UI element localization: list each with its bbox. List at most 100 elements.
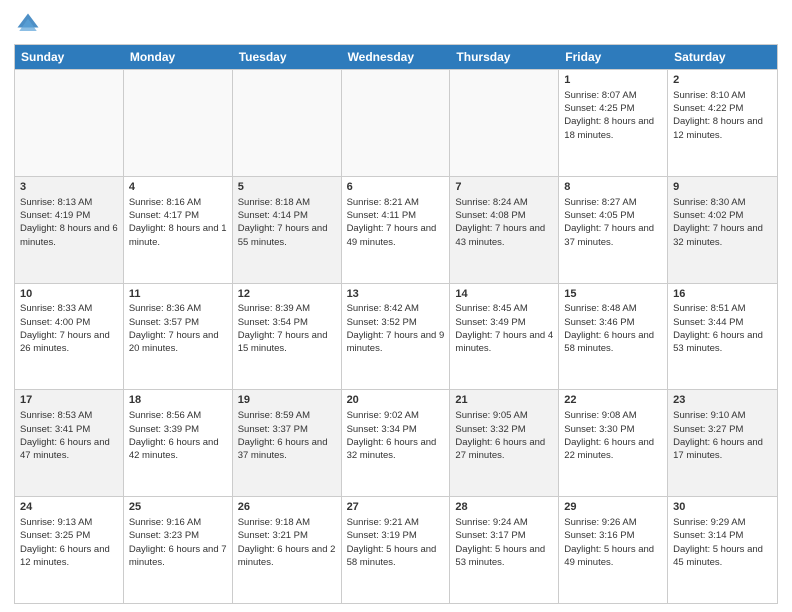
day-number: 20 [347,393,445,408]
calendar-day-24: 24Sunrise: 9:13 AM Sunset: 3:25 PM Dayli… [15,497,124,603]
day-info: Sunrise: 8:39 AM Sunset: 3:54 PM Dayligh… [238,302,336,355]
day-info: Sunrise: 8:53 AM Sunset: 3:41 PM Dayligh… [20,409,118,462]
calendar-row-1: 1Sunrise: 8:07 AM Sunset: 4:25 PM Daylig… [15,69,777,176]
day-info: Sunrise: 8:24 AM Sunset: 4:08 PM Dayligh… [455,196,553,249]
header-day-wednesday: Wednesday [342,45,451,69]
day-info: Sunrise: 9:05 AM Sunset: 3:32 PM Dayligh… [455,409,553,462]
calendar-day-21: 21Sunrise: 9:05 AM Sunset: 3:32 PM Dayli… [450,390,559,496]
calendar-day-28: 28Sunrise: 9:24 AM Sunset: 3:17 PM Dayli… [450,497,559,603]
day-info: Sunrise: 8:13 AM Sunset: 4:19 PM Dayligh… [20,196,118,249]
calendar-day-29: 29Sunrise: 9:26 AM Sunset: 3:16 PM Dayli… [559,497,668,603]
day-number: 23 [673,393,772,408]
header-day-saturday: Saturday [668,45,777,69]
calendar-day-1: 1Sunrise: 8:07 AM Sunset: 4:25 PM Daylig… [559,70,668,176]
calendar-cell-empty [15,70,124,176]
calendar-cell-empty [450,70,559,176]
day-info: Sunrise: 9:21 AM Sunset: 3:19 PM Dayligh… [347,516,445,569]
calendar-day-9: 9Sunrise: 8:30 AM Sunset: 4:02 PM Daylig… [668,177,777,283]
calendar-day-19: 19Sunrise: 8:59 AM Sunset: 3:37 PM Dayli… [233,390,342,496]
day-number: 12 [238,287,336,302]
day-number: 17 [20,393,118,408]
day-info: Sunrise: 8:10 AM Sunset: 4:22 PM Dayligh… [673,89,772,142]
day-info: Sunrise: 8:59 AM Sunset: 3:37 PM Dayligh… [238,409,336,462]
calendar-row-4: 17Sunrise: 8:53 AM Sunset: 3:41 PM Dayli… [15,389,777,496]
calendar-body: 1Sunrise: 8:07 AM Sunset: 4:25 PM Daylig… [15,69,777,603]
day-number: 14 [455,287,553,302]
day-info: Sunrise: 8:18 AM Sunset: 4:14 PM Dayligh… [238,196,336,249]
logo-icon [14,10,42,38]
day-number: 15 [564,287,662,302]
header-day-tuesday: Tuesday [233,45,342,69]
day-number: 30 [673,500,772,515]
header-day-sunday: Sunday [15,45,124,69]
calendar-day-10: 10Sunrise: 8:33 AM Sunset: 4:00 PM Dayli… [15,284,124,390]
calendar-day-4: 4Sunrise: 8:16 AM Sunset: 4:17 PM Daylig… [124,177,233,283]
day-number: 24 [20,500,118,515]
day-number: 2 [673,73,772,88]
day-info: Sunrise: 8:21 AM Sunset: 4:11 PM Dayligh… [347,196,445,249]
day-number: 26 [238,500,336,515]
day-info: Sunrise: 8:51 AM Sunset: 3:44 PM Dayligh… [673,302,772,355]
calendar-day-22: 22Sunrise: 9:08 AM Sunset: 3:30 PM Dayli… [559,390,668,496]
calendar-day-14: 14Sunrise: 8:45 AM Sunset: 3:49 PM Dayli… [450,284,559,390]
day-number: 11 [129,287,227,302]
day-number: 16 [673,287,772,302]
day-info: Sunrise: 9:26 AM Sunset: 3:16 PM Dayligh… [564,516,662,569]
calendar-cell-empty [124,70,233,176]
page: SundayMondayTuesdayWednesdayThursdayFrid… [0,0,792,612]
calendar-header: SundayMondayTuesdayWednesdayThursdayFrid… [15,45,777,69]
day-info: Sunrise: 9:24 AM Sunset: 3:17 PM Dayligh… [455,516,553,569]
calendar-day-27: 27Sunrise: 9:21 AM Sunset: 3:19 PM Dayli… [342,497,451,603]
day-number: 28 [455,500,553,515]
day-info: Sunrise: 9:08 AM Sunset: 3:30 PM Dayligh… [564,409,662,462]
header-day-thursday: Thursday [450,45,559,69]
calendar-day-3: 3Sunrise: 8:13 AM Sunset: 4:19 PM Daylig… [15,177,124,283]
day-number: 1 [564,73,662,88]
day-number: 8 [564,180,662,195]
day-number: 7 [455,180,553,195]
day-info: Sunrise: 8:45 AM Sunset: 3:49 PM Dayligh… [455,302,553,355]
day-info: Sunrise: 8:42 AM Sunset: 3:52 PM Dayligh… [347,302,445,355]
calendar-day-16: 16Sunrise: 8:51 AM Sunset: 3:44 PM Dayli… [668,284,777,390]
day-info: Sunrise: 8:27 AM Sunset: 4:05 PM Dayligh… [564,196,662,249]
calendar-day-5: 5Sunrise: 8:18 AM Sunset: 4:14 PM Daylig… [233,177,342,283]
day-info: Sunrise: 8:36 AM Sunset: 3:57 PM Dayligh… [129,302,227,355]
calendar-day-18: 18Sunrise: 8:56 AM Sunset: 3:39 PM Dayli… [124,390,233,496]
calendar-row-5: 24Sunrise: 9:13 AM Sunset: 3:25 PM Dayli… [15,496,777,603]
day-info: Sunrise: 8:07 AM Sunset: 4:25 PM Dayligh… [564,89,662,142]
day-number: 19 [238,393,336,408]
calendar-cell-empty [342,70,451,176]
header-day-friday: Friday [559,45,668,69]
header-day-monday: Monday [124,45,233,69]
day-info: Sunrise: 8:16 AM Sunset: 4:17 PM Dayligh… [129,196,227,249]
calendar-day-2: 2Sunrise: 8:10 AM Sunset: 4:22 PM Daylig… [668,70,777,176]
calendar-day-26: 26Sunrise: 9:18 AM Sunset: 3:21 PM Dayli… [233,497,342,603]
calendar-row-3: 10Sunrise: 8:33 AM Sunset: 4:00 PM Dayli… [15,283,777,390]
calendar-day-17: 17Sunrise: 8:53 AM Sunset: 3:41 PM Dayli… [15,390,124,496]
logo [14,10,46,38]
day-info: Sunrise: 8:56 AM Sunset: 3:39 PM Dayligh… [129,409,227,462]
day-info: Sunrise: 9:13 AM Sunset: 3:25 PM Dayligh… [20,516,118,569]
calendar-day-8: 8Sunrise: 8:27 AM Sunset: 4:05 PM Daylig… [559,177,668,283]
calendar-day-6: 6Sunrise: 8:21 AM Sunset: 4:11 PM Daylig… [342,177,451,283]
day-number: 4 [129,180,227,195]
day-info: Sunrise: 9:02 AM Sunset: 3:34 PM Dayligh… [347,409,445,462]
day-info: Sunrise: 9:18 AM Sunset: 3:21 PM Dayligh… [238,516,336,569]
day-info: Sunrise: 9:29 AM Sunset: 3:14 PM Dayligh… [673,516,772,569]
day-number: 22 [564,393,662,408]
day-info: Sunrise: 8:30 AM Sunset: 4:02 PM Dayligh… [673,196,772,249]
day-number: 13 [347,287,445,302]
calendar-day-30: 30Sunrise: 9:29 AM Sunset: 3:14 PM Dayli… [668,497,777,603]
day-info: Sunrise: 9:16 AM Sunset: 3:23 PM Dayligh… [129,516,227,569]
day-number: 9 [673,180,772,195]
day-number: 18 [129,393,227,408]
calendar-day-12: 12Sunrise: 8:39 AM Sunset: 3:54 PM Dayli… [233,284,342,390]
calendar-day-7: 7Sunrise: 8:24 AM Sunset: 4:08 PM Daylig… [450,177,559,283]
calendar-day-23: 23Sunrise: 9:10 AM Sunset: 3:27 PM Dayli… [668,390,777,496]
header [14,10,778,38]
day-info: Sunrise: 8:48 AM Sunset: 3:46 PM Dayligh… [564,302,662,355]
day-number: 21 [455,393,553,408]
day-info: Sunrise: 8:33 AM Sunset: 4:00 PM Dayligh… [20,302,118,355]
calendar-day-15: 15Sunrise: 8:48 AM Sunset: 3:46 PM Dayli… [559,284,668,390]
calendar-day-11: 11Sunrise: 8:36 AM Sunset: 3:57 PM Dayli… [124,284,233,390]
